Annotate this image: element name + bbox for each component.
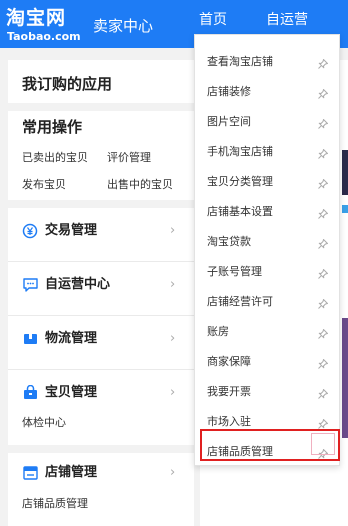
nav-self-operation[interactable]: 自运营	[266, 10, 308, 30]
dropdown-item-label: 店铺经营许可	[207, 295, 273, 308]
sidebar-item-logistics[interactable]: 物流管理 ›	[8, 319, 194, 359]
sidebar-item-label: 店铺管理	[45, 465, 98, 480]
content-edge-dark	[342, 150, 348, 195]
common-link-reviews[interactable]: 评价管理	[107, 151, 151, 165]
chevron-right-icon: ›	[170, 465, 176, 480]
subscribed-apps-title[interactable]: 我订购的应用	[22, 74, 112, 94]
dropdown-item-label: 商家保障	[207, 355, 251, 368]
sidebar-item-label: 交易管理	[45, 223, 98, 238]
content-edge-image	[342, 318, 348, 438]
yen-circle-icon	[22, 223, 40, 239]
store-icon	[22, 465, 40, 481]
common-ops-title: 常用操作	[22, 118, 83, 136]
content-edge-blue	[342, 205, 348, 213]
dropdown-item[interactable]: 我要开票	[195, 377, 339, 407]
dropdown-item[interactable]: 子账号管理	[195, 257, 339, 287]
dropdown-item-label: 市场入驻	[207, 415, 251, 428]
logo-text-en: Taobao.com	[7, 30, 81, 43]
pin-icon[interactable]	[317, 415, 329, 429]
dropdown-item-label: 宝贝分类管理	[207, 175, 273, 188]
pin-icon[interactable]	[317, 265, 329, 279]
dropdown-item-label: 淘宝贷款	[207, 235, 251, 248]
sidebar-divider	[8, 200, 194, 208]
pin-icon[interactable]	[317, 145, 329, 159]
store-dropdown-menu: 查看淘宝店铺 店铺装修图片空间手机淘宝店铺 宝贝分类管理 店铺基本设置 淘宝贷款子账号管…	[194, 34, 340, 466]
chevron-right-icon: ›	[170, 331, 176, 346]
dropdown-item-label: 账房	[207, 325, 229, 338]
chat-bubble-icon	[22, 277, 40, 293]
dropdown-item[interactable]: 宝贝分类管理	[195, 167, 339, 197]
sidebar: 我订购的应用 常用操作 已卖出的宝贝 评价管理 发布宝贝 出售中的宝贝 交易管理…	[8, 60, 194, 526]
sidebar-divider	[8, 445, 194, 453]
pin-icon[interactable]	[317, 205, 329, 219]
dropdown-item[interactable]: 店铺装修	[195, 77, 339, 107]
pin-icon[interactable]	[317, 295, 329, 309]
sidebar-item-label: 宝贝管理	[45, 385, 98, 400]
pin-icon[interactable]	[317, 325, 329, 339]
dropdown-item-label: 子账号管理	[207, 265, 262, 278]
bag-icon	[22, 384, 40, 401]
logo-text-cn: 淘宝网	[6, 7, 67, 29]
dropdown-item[interactable]: 店铺基本设置	[195, 197, 339, 227]
sidebar-divider	[8, 103, 194, 111]
dropdown-item[interactable]: 账房	[195, 317, 339, 347]
sidebar-item-trade[interactable]: 交易管理 ›	[8, 211, 194, 251]
sidebar-item-store[interactable]: 店铺管理 ›	[8, 453, 194, 493]
dropdown-item[interactable]: 手机淘宝店铺	[195, 137, 339, 167]
dropdown-item-label: 我要开票	[207, 385, 251, 398]
taobao-logo[interactable]: 淘宝网 Taobao.com	[6, 6, 84, 44]
sidebar-item-goods[interactable]: 宝贝管理 ›	[8, 373, 194, 413]
pin-icon[interactable]	[317, 85, 329, 99]
sidebar-separator	[8, 261, 194, 262]
dropdown-item-label: 店铺基本设置	[207, 205, 273, 218]
pin-icon[interactable]	[317, 235, 329, 249]
dropdown-item-label: 图片空间	[207, 115, 251, 128]
goods-sub-link-checkup[interactable]: 体检中心	[22, 416, 66, 430]
dropdown-item-label: 店铺装修	[207, 85, 251, 98]
pin-icon[interactable]	[317, 55, 329, 69]
common-link-on-sale[interactable]: 出售中的宝贝	[107, 178, 173, 192]
pin-icon[interactable]	[317, 115, 329, 129]
chevron-right-icon: ›	[170, 385, 176, 400]
dropdown-item[interactable]: 店铺经营许可	[195, 287, 339, 317]
sidebar-item-label: 物流管理	[45, 331, 98, 346]
pin-focus-box	[311, 433, 335, 455]
dropdown-item[interactable]: 淘宝贷款	[195, 227, 339, 257]
sidebar-separator	[8, 315, 194, 316]
dropdown-item[interactable]: 查看淘宝店铺	[195, 47, 339, 77]
nav-home[interactable]: 首页	[199, 10, 227, 30]
dropdown-item-label: 查看淘宝店铺	[207, 55, 273, 68]
sidebar-item-label: 自运营中心	[45, 277, 111, 292]
sidebar-item-self-operation[interactable]: 自运营中心 ›	[8, 265, 194, 305]
common-link-publish[interactable]: 发布宝贝	[22, 178, 66, 192]
dropdown-item[interactable]: 图片空间	[195, 107, 339, 137]
dropdown-item[interactable]: 商家保障	[195, 347, 339, 377]
sidebar-separator	[8, 369, 194, 370]
dropdown-item-label: 手机淘宝店铺	[207, 145, 273, 158]
pin-icon[interactable]	[317, 175, 329, 189]
chevron-right-icon: ›	[170, 223, 176, 238]
site-title[interactable]: 卖家中心	[93, 16, 153, 36]
common-link-sold[interactable]: 已卖出的宝贝	[22, 151, 88, 165]
pin-icon[interactable]	[317, 385, 329, 399]
pin-icon[interactable]	[317, 355, 329, 369]
chevron-right-icon: ›	[170, 277, 176, 292]
store-sub-link-quality[interactable]: 店铺品质管理	[22, 497, 88, 511]
box-icon	[22, 331, 40, 347]
